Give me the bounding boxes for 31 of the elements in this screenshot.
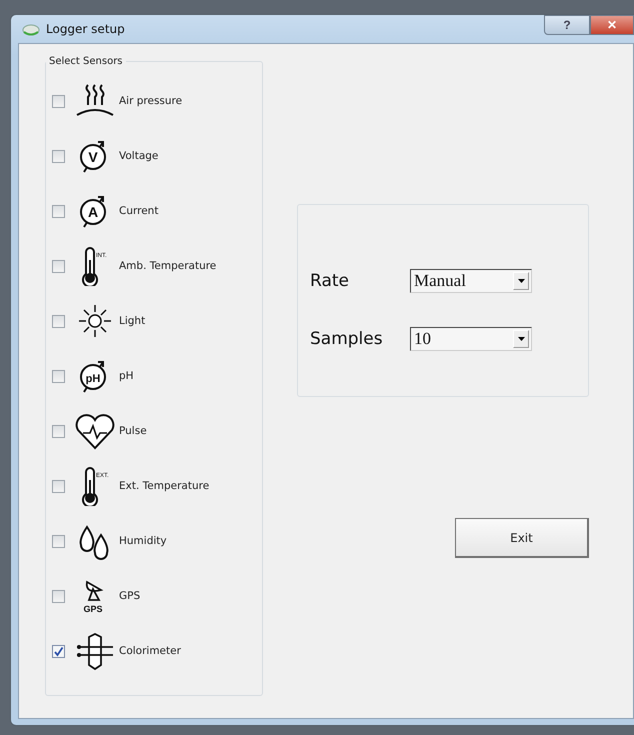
checkbox[interactable]	[52, 590, 65, 602]
dropdown[interactable]: Manual	[410, 268, 532, 292]
checkbox[interactable]	[52, 260, 65, 272]
sensor-label: GPS	[119, 590, 140, 602]
dropdown[interactable]: 10	[410, 326, 532, 350]
checkbox[interactable]	[52, 370, 65, 382]
checkbox[interactable]	[52, 94, 65, 108]
sensor-label: Amb. Temperature	[119, 260, 216, 272]
exit-button[interactable]: Exit	[455, 518, 589, 558]
sensor-label: Pulse	[119, 425, 147, 437]
checkbox[interactable]	[52, 534, 65, 548]
checkbox[interactable]	[52, 204, 65, 218]
sensor-label: Light	[119, 315, 146, 327]
group-title: Select Sensors	[48, 56, 124, 67]
checkbox[interactable]	[52, 424, 65, 438]
checkbox[interactable]	[52, 314, 65, 328]
app-icon	[22, 22, 40, 36]
sensor-label: pH	[119, 370, 134, 382]
help-button[interactable]: ?	[544, 15, 590, 35]
checkbox[interactable]	[52, 480, 65, 492]
sensor-label: Current	[119, 205, 158, 217]
setting-label: Samples	[310, 328, 384, 348]
sensor-label: Ext. Temperature	[119, 480, 210, 492]
window-title: Logger setup	[46, 22, 125, 36]
sensor-label: Air pressure	[119, 95, 182, 107]
checkbox[interactable]	[52, 150, 65, 162]
sensor-label: Humidity	[119, 535, 167, 547]
sensor-label: Colorimeter	[119, 645, 181, 657]
setting-label: Rate	[310, 270, 350, 290]
checkbox[interactable]	[52, 644, 65, 658]
sensor-label: Voltage	[119, 150, 158, 162]
